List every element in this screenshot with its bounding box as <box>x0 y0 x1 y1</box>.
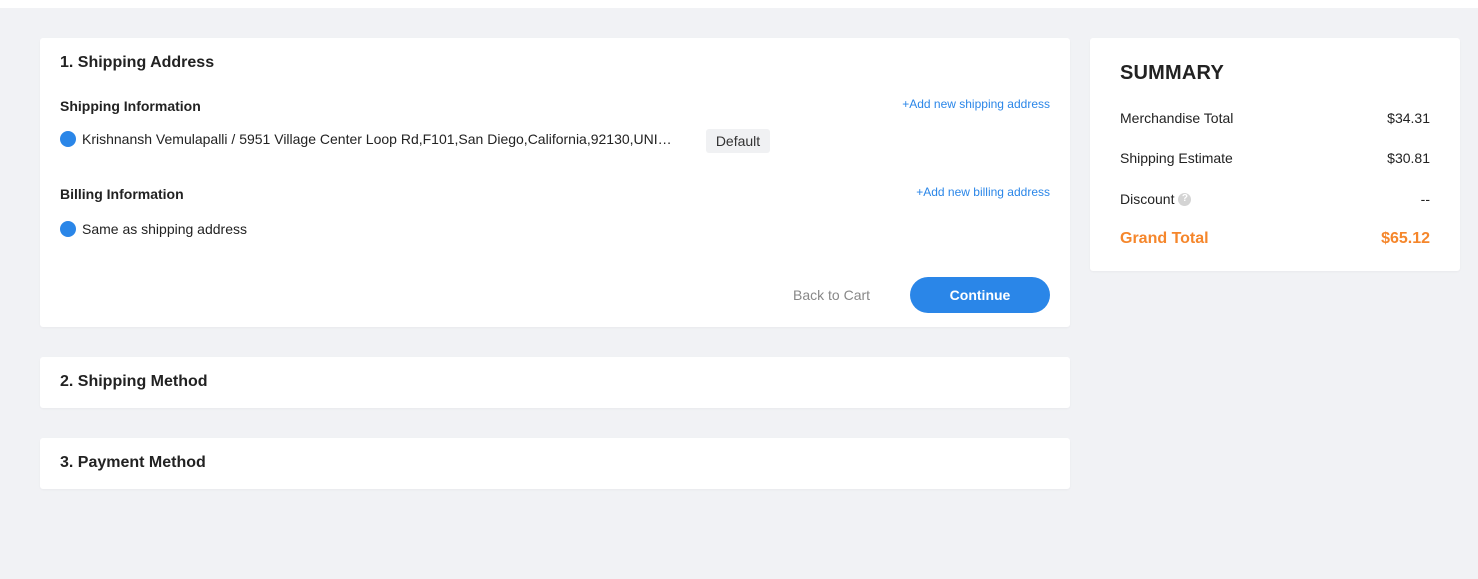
shipping-estimate-row: Shipping Estimate $30.81 <box>1120 150 1430 166</box>
shipping-estimate-label: Shipping Estimate <box>1120 150 1233 166</box>
order-summary-card: SUMMARY Merchandise Total $34.31 Shippin… <box>1090 38 1460 271</box>
shipping-address-card: 1. Shipping Address Shipping Information… <box>40 38 1070 327</box>
shipping-method-card[interactable]: 2. Shipping Method <box>40 357 1070 408</box>
help-icon[interactable]: ? <box>1178 192 1192 206</box>
payment-method-card[interactable]: 3. Payment Method <box>40 438 1070 489</box>
shipping-address-title: 1. Shipping Address <box>60 54 215 71</box>
discount-label-group: Discount ? <box>1120 191 1192 207</box>
discount-label: Discount <box>1120 191 1175 207</box>
discount-row: Discount ? -- <box>1120 191 1430 207</box>
back-to-cart-link[interactable]: Back to Cart <box>793 287 870 303</box>
shipping-address-option[interactable]: Krishnansh Vemulapalli / 5951 Village Ce… <box>60 131 677 147</box>
radio-selected-icon[interactable] <box>60 131 76 147</box>
payment-method-title: 3. Payment Method <box>60 454 206 471</box>
grand-total-row: Grand Total $65.12 <box>1120 230 1430 248</box>
billing-option-label: Same as shipping address <box>82 221 247 237</box>
add-billing-address-link[interactable]: +Add new billing address <box>916 185 1050 199</box>
continue-button[interactable]: Continue <box>910 277 1050 313</box>
billing-same-as-shipping-option[interactable]: Same as shipping address <box>60 221 247 237</box>
add-shipping-address-link[interactable]: +Add new shipping address <box>902 97 1050 111</box>
billing-information-label: Billing Information <box>60 186 184 202</box>
default-badge: Default <box>706 129 770 153</box>
discount-value: -- <box>1420 191 1430 207</box>
merchandise-total-label: Merchandise Total <box>1120 110 1234 126</box>
summary-title: SUMMARY <box>1120 62 1224 84</box>
grand-total-value: $65.12 <box>1381 230 1430 247</box>
shipping-method-title: 2. Shipping Method <box>60 373 208 390</box>
merchandise-total-value: $34.31 <box>1387 110 1430 126</box>
shipping-estimate-value: $30.81 <box>1387 150 1430 166</box>
merchandise-total-row: Merchandise Total $34.31 <box>1120 110 1430 126</box>
shipping-information-label: Shipping Information <box>60 98 201 114</box>
shipping-address-text: Krishnansh Vemulapalli / 5951 Village Ce… <box>82 131 677 147</box>
grand-total-label: Grand Total <box>1120 230 1209 247</box>
radio-selected-icon[interactable] <box>60 221 76 237</box>
